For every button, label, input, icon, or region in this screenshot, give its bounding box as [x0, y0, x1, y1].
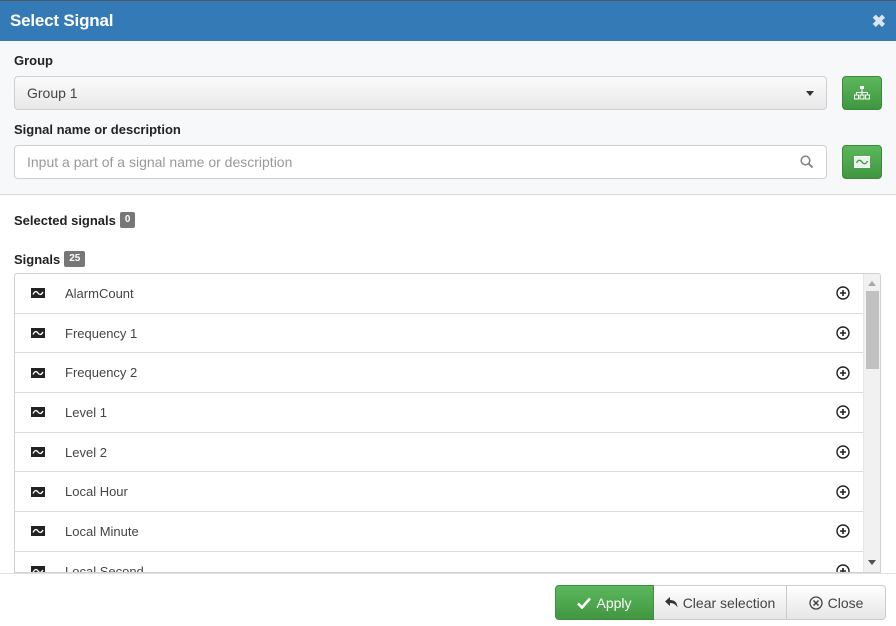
close-icon[interactable]: ✖ — [872, 13, 886, 30]
close-label: Close — [827, 594, 864, 611]
signal-list-item[interactable]: Frequency 1 — [15, 314, 864, 354]
signal-list-item[interactable]: Frequency 2 — [15, 353, 864, 394]
signal-name: Local Hour — [65, 484, 128, 500]
caret-down-icon — [806, 90, 814, 96]
search-field[interactable] — [14, 145, 827, 179]
clear-selection-label: Clear selection — [682, 594, 776, 611]
signal-list-item[interactable]: Level 1 — [15, 393, 864, 433]
selected-signals-label: Selected signals — [14, 212, 116, 228]
reply-icon — [664, 597, 678, 608]
signal-filter-button[interactable] — [842, 145, 882, 179]
search-input[interactable] — [27, 154, 747, 170]
signal-wave-icon — [31, 407, 45, 418]
footer-button-group: Apply Clear selection Close — [555, 585, 886, 620]
plus-circle-icon[interactable] — [836, 286, 850, 301]
clear-selection-button[interactable]: Clear selection — [654, 585, 787, 620]
group-select-value: Group 1 — [27, 85, 78, 101]
apply-button[interactable]: Apply — [555, 585, 654, 620]
signal-wave-icon — [31, 486, 45, 497]
group-select[interactable]: Group 1 — [14, 76, 827, 110]
plus-circle-icon[interactable] — [836, 366, 850, 380]
close-button[interactable]: Close — [787, 585, 886, 620]
signal-wave-icon — [854, 156, 870, 168]
signals-label: Signals — [14, 251, 61, 267]
signals-list-items: AlarmCount Frequency 1 Frequency 2 Level 1 L… — [15, 274, 864, 573]
select-signal-dialog: Select Signal ✖ Group Group 1 Signal nam… — [0, 0, 896, 626]
signal-wave-icon — [31, 328, 45, 339]
signal-wave-icon — [31, 367, 45, 378]
group-tree-button[interactable] — [842, 76, 882, 110]
plus-circle-icon[interactable] — [836, 524, 850, 539]
filter-panel: Group Group 1 Signal name or description… — [0, 41, 896, 195]
signal-list-item[interactable]: Level 2 — [15, 433, 864, 473]
search-icon — [800, 155, 814, 169]
dialog-header: Select Signal ✖ — [0, 1, 896, 41]
check-icon — [577, 597, 592, 609]
signal-wave-icon — [31, 526, 45, 537]
signal-list-item[interactable]: Local Second — [15, 552, 864, 573]
plus-circle-icon[interactable] — [836, 405, 850, 420]
apply-label: Apply — [596, 594, 632, 611]
search-label: Signal name or description — [14, 122, 181, 137]
signal-list-item[interactable]: AlarmCount — [15, 274, 864, 314]
scrollbar-thumb[interactable] — [866, 291, 879, 369]
signal-name: AlarmCount — [65, 285, 134, 301]
signal-wave-icon — [31, 447, 45, 458]
signal-name: Frequency 1 — [65, 325, 138, 341]
group-label: Group — [14, 53, 53, 68]
signals-header: Signals 25 — [14, 251, 86, 267]
signal-name: Level 1 — [65, 404, 107, 420]
scroll-down-arrow-icon[interactable] — [868, 560, 876, 565]
scrollbar[interactable] — [863, 274, 880, 572]
signal-wave-icon — [31, 288, 45, 299]
signal-wave-icon — [31, 566, 45, 572]
dialog-title: Select Signal — [10, 11, 114, 30]
signals-count-badge: 25 — [64, 251, 86, 267]
signal-list-item[interactable]: Local Minute — [15, 512, 864, 552]
plus-circle-icon[interactable] — [836, 485, 850, 499]
signal-name: Local Second — [65, 563, 144, 573]
signal-name: Local Minute — [65, 523, 139, 539]
plus-circle-icon[interactable] — [836, 326, 850, 340]
sitemap-icon — [854, 86, 870, 100]
plus-circle-icon[interactable] — [836, 564, 850, 572]
scroll-up-arrow-icon[interactable] — [868, 281, 876, 286]
signal-list-item[interactable]: Local Hour — [15, 472, 864, 513]
selected-signals-header: Selected signals 0 — [14, 212, 136, 228]
dialog-footer: Apply Clear selection Close — [0, 573, 896, 626]
signals-list: AlarmCount Frequency 1 Frequency 2 Level 1 L… — [14, 273, 881, 573]
selected-count-badge: 0 — [119, 212, 136, 228]
plus-circle-icon[interactable] — [836, 445, 850, 459]
signal-name: Frequency 2 — [65, 365, 138, 381]
signal-name: Level 2 — [65, 444, 107, 460]
times-circle-icon — [808, 595, 823, 610]
